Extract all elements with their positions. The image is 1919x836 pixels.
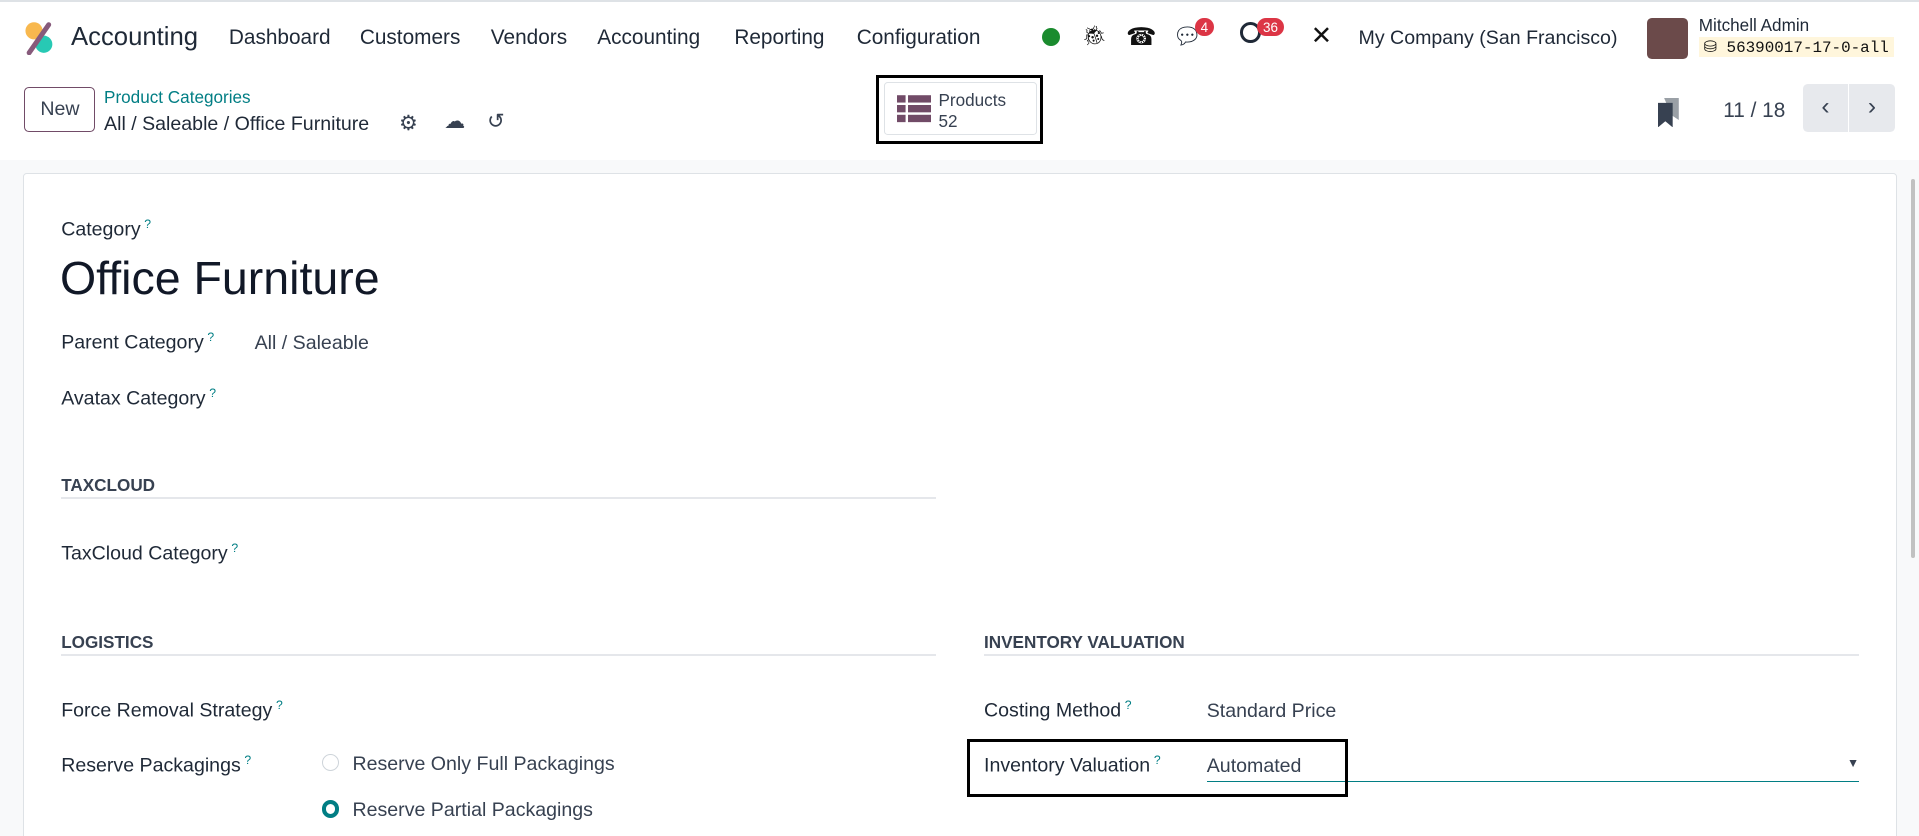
top-border (0, 0, 1919, 3)
pager-value[interactable]: 11 / 18 (1723, 99, 1785, 123)
inventory-valuation-section-title: INVENTORY VALUATION (984, 631, 1185, 652)
menu-dashboard[interactable]: Dashboard (229, 26, 331, 50)
parent-category-label: Parent Category? (61, 330, 214, 355)
presence-status-icon[interactable] (1041, 28, 1060, 47)
section-divider (61, 496, 937, 500)
avatax-category-label: Avatax Category? (61, 386, 216, 411)
pager-previous-button[interactable]: ‹ (1802, 84, 1849, 133)
parent-category-field[interactable]: All / Saleable (255, 332, 369, 355)
caret-down-icon: ▼ (1846, 756, 1860, 771)
tools-icon[interactable]: ✕ (1311, 21, 1333, 51)
discard-icon[interactable]: ↺ (487, 109, 504, 134)
reserve-packagings-label-text: Reserve Packagings (61, 754, 241, 777)
breadcrumb-parent[interactable]: Product Categories (104, 87, 251, 108)
help-icon[interactable]: ? (144, 217, 151, 231)
section-divider (61, 653, 937, 656)
app-name[interactable]: Accounting (71, 23, 198, 52)
radio-partial-packagings-label[interactable]: Reserve Partial Packagings (352, 799, 593, 822)
costing-method-field[interactable]: Standard Price (1207, 700, 1337, 723)
costing-method-label: Costing Method? (984, 698, 1132, 723)
logistics-section-title: LOGISTICS (61, 631, 154, 652)
new-button[interactable]: New (24, 86, 96, 133)
costing-method-label-text: Costing Method (984, 699, 1122, 722)
category-label-text: Category (61, 218, 141, 241)
scrollbar[interactable] (1910, 178, 1916, 559)
menu-reporting[interactable]: Reporting (734, 26, 824, 50)
bookmark-icon[interactable] (1658, 97, 1680, 128)
database-label: ⛁ 56390017-17-0-all (1698, 36, 1894, 57)
help-icon[interactable]: ? (209, 386, 216, 400)
help-icon[interactable]: ? (276, 698, 283, 712)
help-icon[interactable]: ? (207, 330, 214, 344)
section-divider (984, 653, 1860, 656)
category-name-field[interactable]: Office Furniture (60, 251, 380, 305)
reserve-packagings-label: Reserve Packagings? (61, 753, 251, 778)
highlight-box (966, 739, 1348, 797)
menu-customers[interactable]: Customers (360, 26, 461, 50)
radio-full-packagings-label[interactable]: Reserve Only Full Packagings (352, 753, 614, 776)
menu-accounting[interactable]: Accounting (597, 26, 700, 50)
taxcloud-section-title: TAXCLOUD (61, 474, 156, 495)
phone-icon[interactable]: ☎ (1126, 22, 1156, 52)
category-label: Category? (61, 217, 151, 242)
help-icon[interactable]: ? (244, 753, 251, 767)
menu-configuration[interactable]: Configuration (857, 26, 981, 50)
force-removal-label: Force Removal Strategy? (61, 698, 283, 723)
database-name: 56390017-17-0-all (1726, 38, 1889, 57)
activity-badge: 36 (1256, 18, 1285, 36)
pager-next-button[interactable]: › (1849, 84, 1895, 133)
parent-category-label-text: Parent Category (61, 331, 204, 354)
taxcloud-category-label: TaxCloud Category? (61, 541, 238, 566)
radio-partial-packagings[interactable] (321, 800, 339, 818)
chat-badge: 4 (1194, 18, 1215, 36)
bug-icon[interactable]: 🐞︎ (1082, 24, 1107, 48)
gear-icon[interactable]: ⚙ (399, 111, 418, 136)
help-icon[interactable]: ? (231, 541, 238, 555)
avatar[interactable] (1647, 18, 1688, 59)
force-removal-label-text: Force Removal Strategy (61, 699, 273, 722)
help-icon[interactable]: ? (1125, 698, 1132, 712)
menu-vendors[interactable]: Vendors (491, 26, 567, 50)
taxcloud-category-label-text: TaxCloud Category (61, 542, 228, 565)
cloud-upload-icon[interactable]: ☁ (444, 109, 465, 134)
breadcrumb-current: All / Saleable / Office Furniture (104, 112, 370, 135)
company-switcher[interactable]: My Company (San Francisco) (1359, 27, 1618, 50)
radio-full-packagings[interactable] (321, 753, 339, 772)
app-logo-icon[interactable] (23, 21, 57, 56)
user-name[interactable]: Mitchell Admin (1699, 15, 1809, 36)
avatax-category-label-text: Avatax Category (61, 387, 206, 410)
highlight-box (876, 74, 1043, 145)
